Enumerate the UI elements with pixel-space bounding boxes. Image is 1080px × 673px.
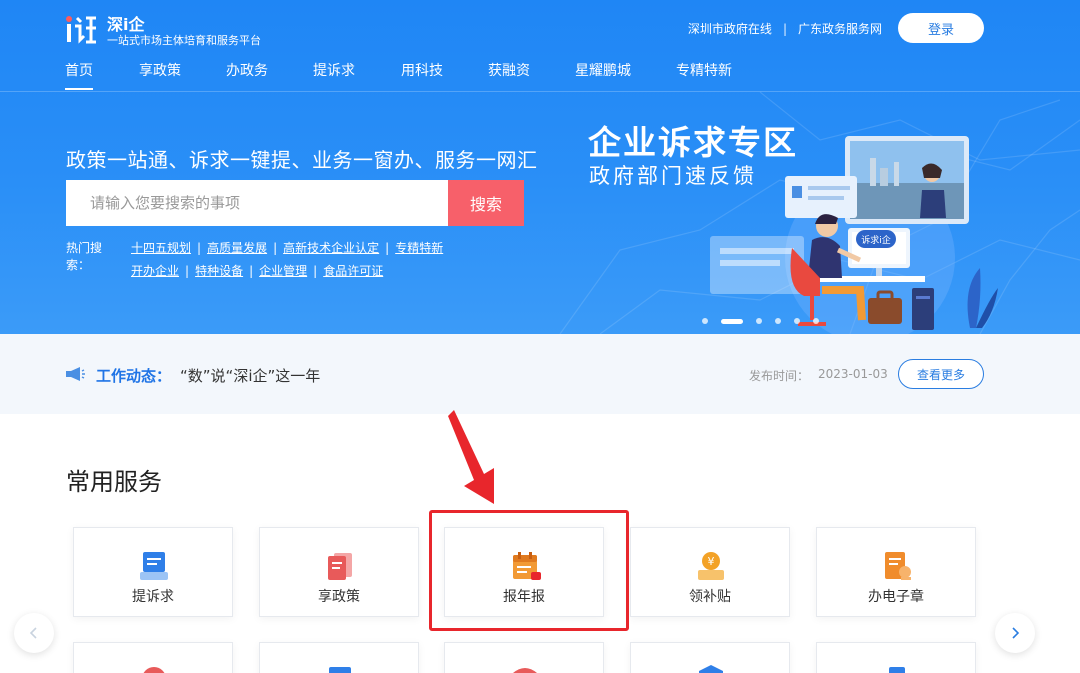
carousel-dot[interactable] [794, 318, 800, 324]
service-label: 享政策 [318, 589, 360, 605]
hot-tag[interactable]: 专精特新 [395, 239, 443, 256]
link-shenzhen-gov[interactable]: 深圳市政府在线 [688, 20, 772, 37]
banner-illustration: 诉求i企 [710, 136, 998, 334]
carousel-dot[interactable] [702, 318, 708, 324]
service-icon [513, 668, 537, 673]
hot-search-label: 热门搜索： [66, 241, 103, 272]
header-links: 深圳市政府在线 | 广东政务服务网 [688, 20, 882, 37]
login-button[interactable]: 登录 [898, 13, 984, 43]
section-title-common-services: 常用服务 [66, 468, 162, 496]
link-guangdong-gov[interactable]: 广东政务服务网 [798, 20, 882, 37]
hot-tag[interactable]: 食品许可证 [323, 262, 383, 279]
hot-tag[interactable]: 高新技术企业认定 [283, 239, 379, 256]
hot-tag[interactable]: 特种设备 [195, 262, 243, 279]
view-more-button[interactable]: 查看更多 [898, 359, 984, 389]
nav-financing[interactable]: 获融资 [488, 60, 530, 90]
service-card-complaint[interactable]: 提诉求 [73, 527, 233, 617]
news-headline[interactable]: “数”说“深i企”这一年 [180, 365, 320, 386]
service-card[interactable] [816, 642, 976, 673]
services-prev-button[interactable] [14, 613, 54, 653]
service-card-e-seal[interactable]: 办电子章 [816, 527, 976, 617]
annotation-arrow-icon [448, 410, 494, 504]
service-label: 领补贴 [689, 589, 731, 605]
nav-complaint[interactable]: 提诉求 [313, 60, 355, 90]
main-nav: 首页 享政策 办政务 提诉求 用科技 获融资 星耀鹏城 专精特新 [0, 60, 1080, 92]
site-logo-icon[interactable] [64, 12, 98, 46]
svg-text:¥: ¥ [708, 555, 715, 568]
hot-tag[interactable]: 高质量发展 [207, 239, 267, 256]
e-seal-icon [885, 552, 911, 580]
carousel-indicator [702, 318, 832, 324]
hero-banner: 深i企 一站式市场主体培育和服务平台 深圳市政府在线 | 广东政务服务网 登录 … [0, 0, 1080, 334]
hero-slogan: 政策一站通、诉求一键提、业务一窗办、服务一网汇 [66, 148, 538, 172]
service-card-policy[interactable]: 享政策 [259, 527, 419, 617]
service-card[interactable] [444, 642, 604, 673]
carousel-dot-active[interactable] [721, 318, 743, 324]
carousel-dot[interactable] [756, 318, 762, 324]
hot-tag[interactable]: 企业管理 [259, 262, 307, 279]
hot-tag[interactable]: 十四五规划 [131, 239, 191, 256]
news-label: 工作动态： [96, 367, 172, 385]
services-next-button[interactable] [995, 613, 1035, 653]
search-input[interactable] [66, 180, 448, 226]
service-card-subsidy[interactable]: ¥ 领补贴 [630, 527, 790, 617]
chevron-right-icon [1012, 627, 1020, 639]
service-icon [889, 667, 905, 673]
policy-icon [328, 553, 352, 580]
service-label: 提诉求 [132, 589, 174, 605]
service-icon [699, 665, 723, 673]
publish-time-label: 发布时间： [749, 369, 810, 383]
nav-star-city[interactable]: 星耀鹏城 [575, 60, 631, 90]
search-button[interactable]: 搜索 [448, 180, 524, 226]
service-card[interactable] [630, 642, 790, 673]
service-card[interactable] [73, 642, 233, 673]
annotation-highlight-box [429, 510, 629, 631]
nav-technology[interactable]: 用科技 [401, 60, 443, 90]
service-icon [329, 667, 351, 673]
link-separator: | [782, 21, 787, 36]
nav-specialized[interactable]: 专精特新 [676, 60, 732, 90]
work-news-bar: 工作动态： “数”说“深i企”这一年 发布时间： 2023-01-03 查看更多 [0, 334, 1080, 414]
service-label: 办电子章 [868, 589, 924, 605]
brand-subtitle: 一站式市场主体培育和服务平台 [107, 34, 261, 47]
hot-search-row-1: 十四五规划 | 高质量发展 | 高新技术企业认定 | 专精特新 [131, 239, 444, 256]
megaphone-icon [66, 367, 85, 381]
carousel-dot[interactable] [813, 318, 819, 324]
carousel-dot[interactable] [775, 318, 781, 324]
hot-search-row-2: 开办企业 | 特种设备 | 企业管理 | 食品许可证 [131, 262, 384, 279]
service-icon [143, 667, 165, 673]
nav-gov-affairs[interactable]: 办政务 [226, 60, 268, 90]
nav-policy[interactable]: 享政策 [139, 60, 181, 90]
service-card[interactable] [259, 642, 419, 673]
publish-date: 2023-01-03 [818, 367, 888, 381]
nav-home[interactable]: 首页 [65, 60, 93, 90]
subsidy-icon: ¥ [698, 552, 724, 580]
chevron-left-icon [29, 627, 37, 639]
hot-tag[interactable]: 开办企业 [131, 262, 179, 279]
complaint-icon [140, 552, 168, 580]
banner-bubble-text: 诉求i企 [861, 234, 891, 246]
